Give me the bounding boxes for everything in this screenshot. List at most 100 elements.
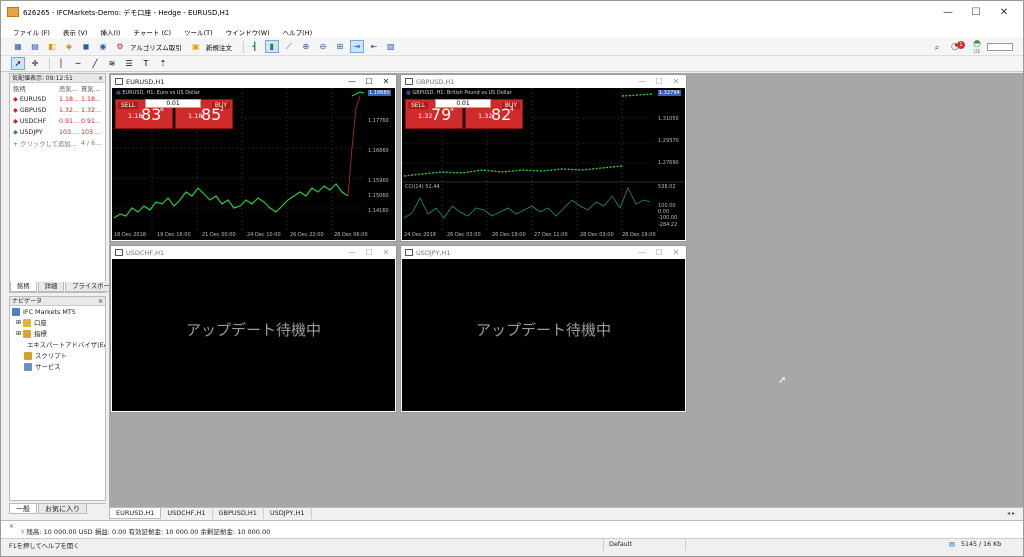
horizontal-line-icon[interactable]: ─: [71, 57, 85, 70]
zoom-in-icon[interactable]: ⊕: [299, 40, 313, 53]
crosshair-icon[interactable]: ✛: [28, 57, 42, 70]
tab-favorites[interactable]: お気に入り: [38, 504, 87, 514]
navigator-item-scripts[interactable]: スクリプト: [10, 350, 105, 361]
x-tick-label: 24 Dec 2018: [404, 232, 436, 238]
tile-windows-icon[interactable]: ⊞: [333, 40, 347, 53]
close-icon[interactable]: ×: [98, 74, 103, 82]
minimize-button[interactable]: —: [634, 246, 650, 259]
close-button[interactable]: ✕: [378, 75, 394, 88]
market-watch-icon[interactable]: ◧: [45, 40, 59, 53]
column-ask[interactable]: 買気...: [81, 84, 103, 93]
menu-view[interactable]: 表示 (V): [63, 27, 88, 37]
table-row[interactable]: ◆ GBPUSD 1.32... 1.32...: [10, 105, 105, 116]
cursor-icon[interactable]: ➚: [11, 57, 25, 70]
chart-canvas[interactable]: 1.18680 1.17760 1.16860 1.15960 1.15060 …: [112, 88, 395, 240]
x-tick-label: 26 Dec 03:00: [447, 232, 481, 238]
maximize-button[interactable]: ☐: [361, 246, 377, 259]
menu-window[interactable]: ウインドウ(W): [226, 27, 270, 37]
ask-value: 0.91...: [81, 118, 102, 125]
navigator-root[interactable]: IFC Markets MT5: [10, 306, 105, 317]
signal-icon[interactable]: ◉: [96, 40, 110, 53]
tab-usdchf[interactable]: USDCHF,H1: [161, 508, 213, 519]
x-tick-label: 28 Dec 19:00: [622, 232, 656, 238]
chart-canvas[interactable]: アップデート待機中: [402, 259, 685, 411]
channel-icon[interactable]: ☰: [122, 57, 136, 70]
status-divider: [603, 539, 604, 551]
algo-trading-button[interactable]: アルゴリズム取引: [130, 42, 182, 52]
minimize-button[interactable]: —: [344, 75, 360, 88]
profiles-icon[interactable]: ▤: [28, 40, 42, 53]
minimize-button[interactable]: —: [344, 246, 360, 259]
app-icon: [7, 7, 19, 17]
tab-common[interactable]: 一般: [9, 504, 37, 514]
navigator-icon[interactable]: ◼: [79, 40, 93, 53]
navigator-item-accounts[interactable]: ⊞ 口座: [10, 317, 105, 328]
close-icon[interactable]: ×: [9, 523, 14, 530]
chart-shift-icon[interactable]: ⇤: [367, 40, 381, 53]
arrows-tool-icon[interactable]: ⇡: [156, 57, 170, 70]
chart-canvas[interactable]: 1.32794 1.31050 1.29370 1.27690 CCI(14) …: [402, 88, 685, 240]
candlestick-icon[interactable]: ▮: [264, 40, 279, 53]
chart-window-usdjpy[interactable]: USDJPY,H1 — ☐ ✕ アップデート待機中: [400, 245, 687, 413]
y-tick-label: 1.27690: [658, 160, 679, 166]
minimize-button[interactable]: —: [935, 5, 961, 21]
templates-icon[interactable]: ▧: [384, 40, 398, 53]
zoom-out-icon[interactable]: ⊖: [316, 40, 330, 53]
auto-scroll-icon[interactable]: ⇥: [349, 40, 364, 53]
add-symbol-row[interactable]: + クリックして追加... 4 / 6...: [10, 138, 105, 149]
menu-file[interactable]: ファイル (F): [13, 27, 50, 37]
new-chart-icon[interactable]: ▦: [11, 40, 25, 53]
plus-icon: +: [13, 141, 19, 148]
fibonacci-icon[interactable]: ≋: [105, 57, 119, 70]
close-icon[interactable]: ×: [98, 297, 103, 305]
navigator-item-indicators[interactable]: ⊞ 指標: [10, 328, 105, 339]
tab-symbols[interactable]: 銘柄: [10, 282, 37, 292]
close-button[interactable]: ✕: [668, 75, 684, 88]
tab-usdjpy[interactable]: USDJPY,H1: [264, 508, 312, 519]
notifications-icon[interactable]: ◔ 1: [951, 41, 965, 53]
chart-window-eurusd[interactable]: EURUSD,H1 — ☐ ✕ 1.18680 1.17760 1.16860 …: [110, 74, 397, 242]
line-chart-icon[interactable]: ⟋: [282, 40, 296, 53]
maximize-button[interactable]: ☐: [651, 246, 667, 259]
column-symbol[interactable]: 銘柄: [10, 84, 59, 93]
chart-window-gbpusd[interactable]: GBPUSD,H1 — ☐ ✕ 1.32794 1.31050 1.29370: [400, 74, 687, 242]
new-order-icon[interactable]: ▣: [189, 40, 203, 53]
close-button[interactable]: ✕: [668, 246, 684, 259]
bar-chart-icon[interactable]: ┫: [248, 40, 262, 53]
algo-trading-icon[interactable]: ⚙: [113, 40, 127, 53]
tab-eurusd[interactable]: EURUSD,H1: [109, 508, 162, 519]
menu-tools[interactable]: ツール(T): [184, 27, 213, 37]
data-window-icon[interactable]: ◈: [62, 40, 76, 53]
trend-line-icon[interactable]: ╱: [88, 57, 102, 70]
maximize-button[interactable]: ☐: [361, 75, 377, 88]
tab-details[interactable]: 詳細: [37, 282, 65, 292]
x-tick-label: 26 Dec 19:00: [492, 232, 526, 238]
lot-size-input[interactable]: 0.01: [145, 99, 201, 108]
text-tool-icon[interactable]: T: [139, 57, 153, 70]
flag-icon: ▦: [116, 90, 121, 96]
navigator-title: ナビゲータ: [12, 298, 43, 305]
navigator-item-services[interactable]: サービス: [10, 361, 105, 372]
search-icon[interactable]: ⌕: [930, 41, 944, 54]
table-row[interactable]: ◆ USDJPY 103.... 103....: [10, 127, 105, 138]
chart-canvas[interactable]: アップデート待機中: [112, 259, 395, 411]
scroll-tabs-icon[interactable]: ◂ ▸: [1007, 508, 1015, 519]
menu-insert[interactable]: 挿入(I): [100, 27, 120, 37]
new-order-button[interactable]: 新規注文: [206, 42, 232, 52]
navigator-item-experts[interactable]: エキスパートアドバイザ(EA: [10, 339, 105, 350]
terminal-icon: [12, 307, 20, 316]
maximize-button[interactable]: ☐: [651, 75, 667, 88]
column-bid[interactable]: 売気...: [59, 84, 81, 93]
menu-help[interactable]: ヘルプ(H): [283, 27, 312, 37]
menu-charts[interactable]: チャート (C): [133, 27, 171, 37]
tab-gbpusd[interactable]: GBPUSD,H1: [213, 508, 264, 519]
close-button[interactable]: ✕: [378, 246, 394, 259]
chart-window-usdchf[interactable]: USDCHF,H1 — ☐ ✕ アップデート待機中: [110, 245, 397, 413]
table-row[interactable]: ◆ EURUSD 1.18... 1.18...: [10, 94, 105, 105]
minimize-button[interactable]: —: [634, 75, 650, 88]
vertical-line-icon[interactable]: │: [54, 57, 68, 70]
table-row[interactable]: ◆ USDCHF 0.91... 0.91...: [10, 116, 105, 127]
lot-size-input[interactable]: 0.01: [435, 99, 491, 108]
close-button[interactable]: ✕: [991, 5, 1017, 21]
maximize-button[interactable]: ☐: [963, 5, 989, 21]
